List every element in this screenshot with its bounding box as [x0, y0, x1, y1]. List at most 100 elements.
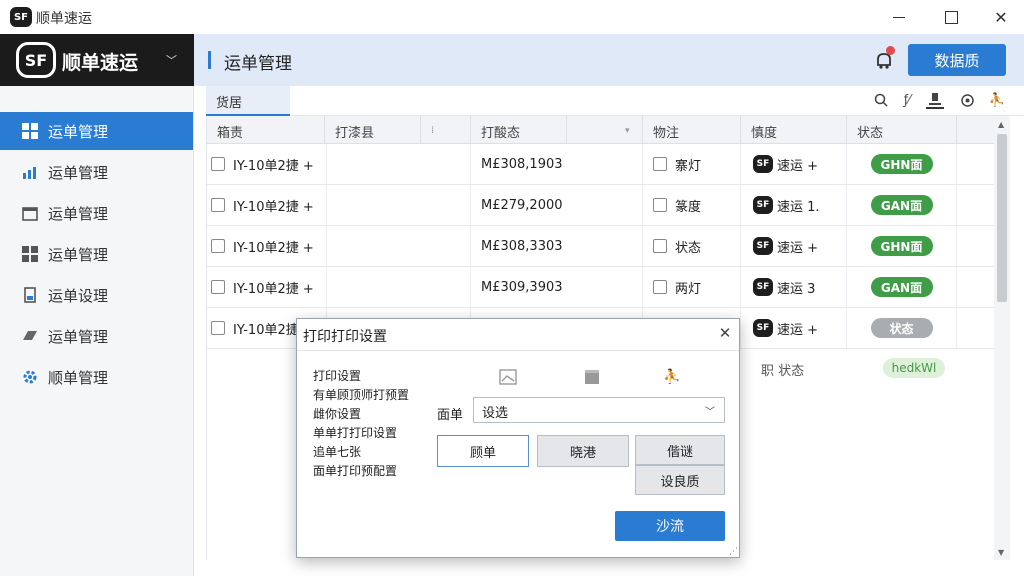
dialog-menu-item[interactable]: 面单打印预配置	[313, 462, 433, 481]
dialog-menu-item[interactable]: 雌你设置	[313, 405, 433, 424]
truck-icon	[23, 331, 37, 340]
empty-cell	[327, 144, 471, 184]
option-button[interactable]: 晓港	[537, 435, 629, 467]
type-label: 两灯	[675, 281, 702, 297]
column-header[interactable]: ⁞	[421, 116, 471, 144]
maximize-button[interactable]	[928, 0, 974, 34]
row-checkbox[interactable]	[211, 239, 225, 253]
column-header[interactable]: 物注	[643, 116, 741, 144]
sf-logo-icon: SF	[753, 155, 773, 173]
search-icon[interactable]	[872, 91, 890, 109]
gear-icon	[23, 370, 37, 384]
row-checkbox[interactable]	[211, 321, 225, 335]
close-icon[interactable]: ✕	[715, 324, 735, 344]
download-icon[interactable]	[926, 91, 944, 109]
row-checkbox[interactable]	[211, 198, 225, 212]
sidebar-item-delivery[interactable]: 运单管理	[0, 317, 193, 355]
chart-icon	[23, 167, 36, 179]
image-icon[interactable]	[497, 367, 519, 387]
minimize-button[interactable]	[876, 0, 922, 34]
brand-header[interactable]: SF 顺单速运 ﹀	[0, 34, 194, 86]
scroll-down-icon[interactable]: ▼	[998, 548, 1004, 557]
carrier-cell: SF 速运 +	[741, 144, 847, 184]
sidebar-item-grid[interactable]: 运单管理	[0, 235, 193, 273]
document-icon	[24, 287, 36, 303]
status-cell: GAN面	[847, 185, 957, 225]
scroll-up-icon[interactable]: ▲	[998, 120, 1004, 129]
data-button[interactable]: 数据质	[908, 44, 1006, 76]
table-row[interactable]: IY-10单2捷 + M£308,3303 状态 SF 速运 + GHN面	[207, 226, 995, 267]
tab-goods[interactable]: 货居	[206, 86, 290, 116]
status-badge: 状态	[870, 318, 933, 338]
chevron-down-icon[interactable]: ﹀	[166, 52, 177, 68]
chevron-down-icon[interactable]: ﹀	[705, 403, 715, 418]
chevron-down-icon[interactable]: ▾	[625, 126, 630, 136]
carrier-label: 速运 3	[777, 281, 816, 297]
resize-grip-icon[interactable]: ⋰	[729, 547, 738, 557]
sidebar-item-waybill[interactable]: 运单管理	[0, 112, 193, 150]
window-title: 顺单速运	[36, 11, 92, 27]
carrier-cell: SF 速运 +	[741, 226, 847, 266]
type-label: 篆度	[675, 199, 702, 215]
row-checkbox[interactable]	[653, 198, 667, 212]
dialog-menu-item[interactable]: 有单顾顶师打预置	[313, 386, 433, 405]
table-row[interactable]: IY-10单2捷 + M£308,1903 寨灯 SF 速运 + GHN面	[207, 144, 995, 185]
dialog-menu-item[interactable]: 追单七张	[313, 443, 433, 462]
option-button[interactable]: 偕谜	[635, 435, 725, 465]
status-badge: GHN面	[870, 154, 933, 174]
row-checkbox[interactable]	[653, 157, 667, 171]
figure-icon[interactable]: ⛹	[661, 367, 683, 387]
table-row[interactable]: IY-10单2捷 + M£279,2000 篆度 SF 速运 1. GAN面	[207, 185, 995, 226]
confirm-button[interactable]: 沙流	[615, 511, 725, 541]
amount-cell: M£309,3903	[471, 267, 643, 307]
sidebar-item-label: 运单管理	[48, 205, 109, 223]
dialog-title: 打印打印设置	[303, 329, 387, 345]
scroll-thumb[interactable]	[997, 134, 1007, 302]
brand-logo-icon: SF	[16, 42, 56, 78]
sf-logo-icon: SF	[753, 278, 773, 296]
sidebar-item-label: 运单管理	[48, 328, 109, 346]
column-header[interactable]: 慎度	[741, 116, 847, 144]
sheet-option-button[interactable]: 顾单	[437, 435, 529, 467]
column-header[interactable]: 状态	[847, 116, 957, 144]
sidebar-item-manage[interactable]: 顺单管理	[0, 358, 193, 396]
partial-row-label: 职 状态	[761, 364, 805, 379]
sidebar-item-settings[interactable]: 运单设理	[0, 276, 193, 314]
row-checkbox[interactable]	[211, 157, 225, 171]
sheet-select[interactable]: 设选	[473, 397, 725, 423]
grid-icon	[22, 246, 38, 262]
sidebar-item-stats[interactable]: 运单管理	[0, 153, 193, 191]
table-scrollbar[interactable]: ▲ ▼	[994, 116, 1010, 560]
carrier-cell: SF 速运 +	[741, 308, 847, 348]
type-label: 寨灯	[675, 158, 702, 174]
waybill-cell: IY-10单2捷 +	[211, 267, 327, 307]
sheet-label: 面单	[437, 408, 464, 423]
dialog-menu-item[interactable]: 打印设置	[313, 367, 433, 386]
column-header[interactable]: 打酸态	[471, 116, 567, 144]
row-checkbox[interactable]	[653, 239, 667, 253]
status-cell: GAN面	[847, 267, 957, 307]
waybill-id: IY-10单2捷 +	[233, 281, 314, 297]
row-checkbox[interactable]	[211, 280, 225, 294]
sf-logo-icon: SF	[753, 196, 773, 214]
filter-icon[interactable]: ƒ⁄	[898, 91, 916, 109]
table-header: 箱责 打漆县 ⁞ 打酸态 ▾ 物注 慎度 状态	[207, 116, 995, 144]
run-icon[interactable]: ⛹	[988, 91, 1006, 109]
status-badge: GAN面	[870, 277, 933, 297]
column-header[interactable]: 打漆县	[325, 116, 421, 144]
title-accent	[208, 51, 211, 69]
column-header[interactable]: ▾	[567, 116, 643, 144]
page-header: 运单管理 数据质	[194, 34, 1024, 86]
dialog-menu-item[interactable]: 单单打打印设置	[313, 424, 433, 443]
row-checkbox[interactable]	[653, 280, 667, 294]
box-icon[interactable]	[581, 367, 603, 387]
carrier-label: 速运 +	[777, 240, 819, 256]
close-window-button[interactable]: ✕	[978, 0, 1024, 34]
column-header[interactable]: 箱责	[207, 116, 325, 144]
settings-icon[interactable]	[958, 91, 976, 109]
option-button[interactable]: 设良质	[635, 465, 725, 495]
empty-cell	[327, 226, 471, 266]
sidebar-item-schedule[interactable]: 运单管理	[0, 194, 193, 232]
carrier-cell: SF 速运 1.	[741, 185, 847, 225]
table-row[interactable]: IY-10单2捷 + M£309,3903 两灯 SF 速运 3 GAN面	[207, 267, 995, 308]
